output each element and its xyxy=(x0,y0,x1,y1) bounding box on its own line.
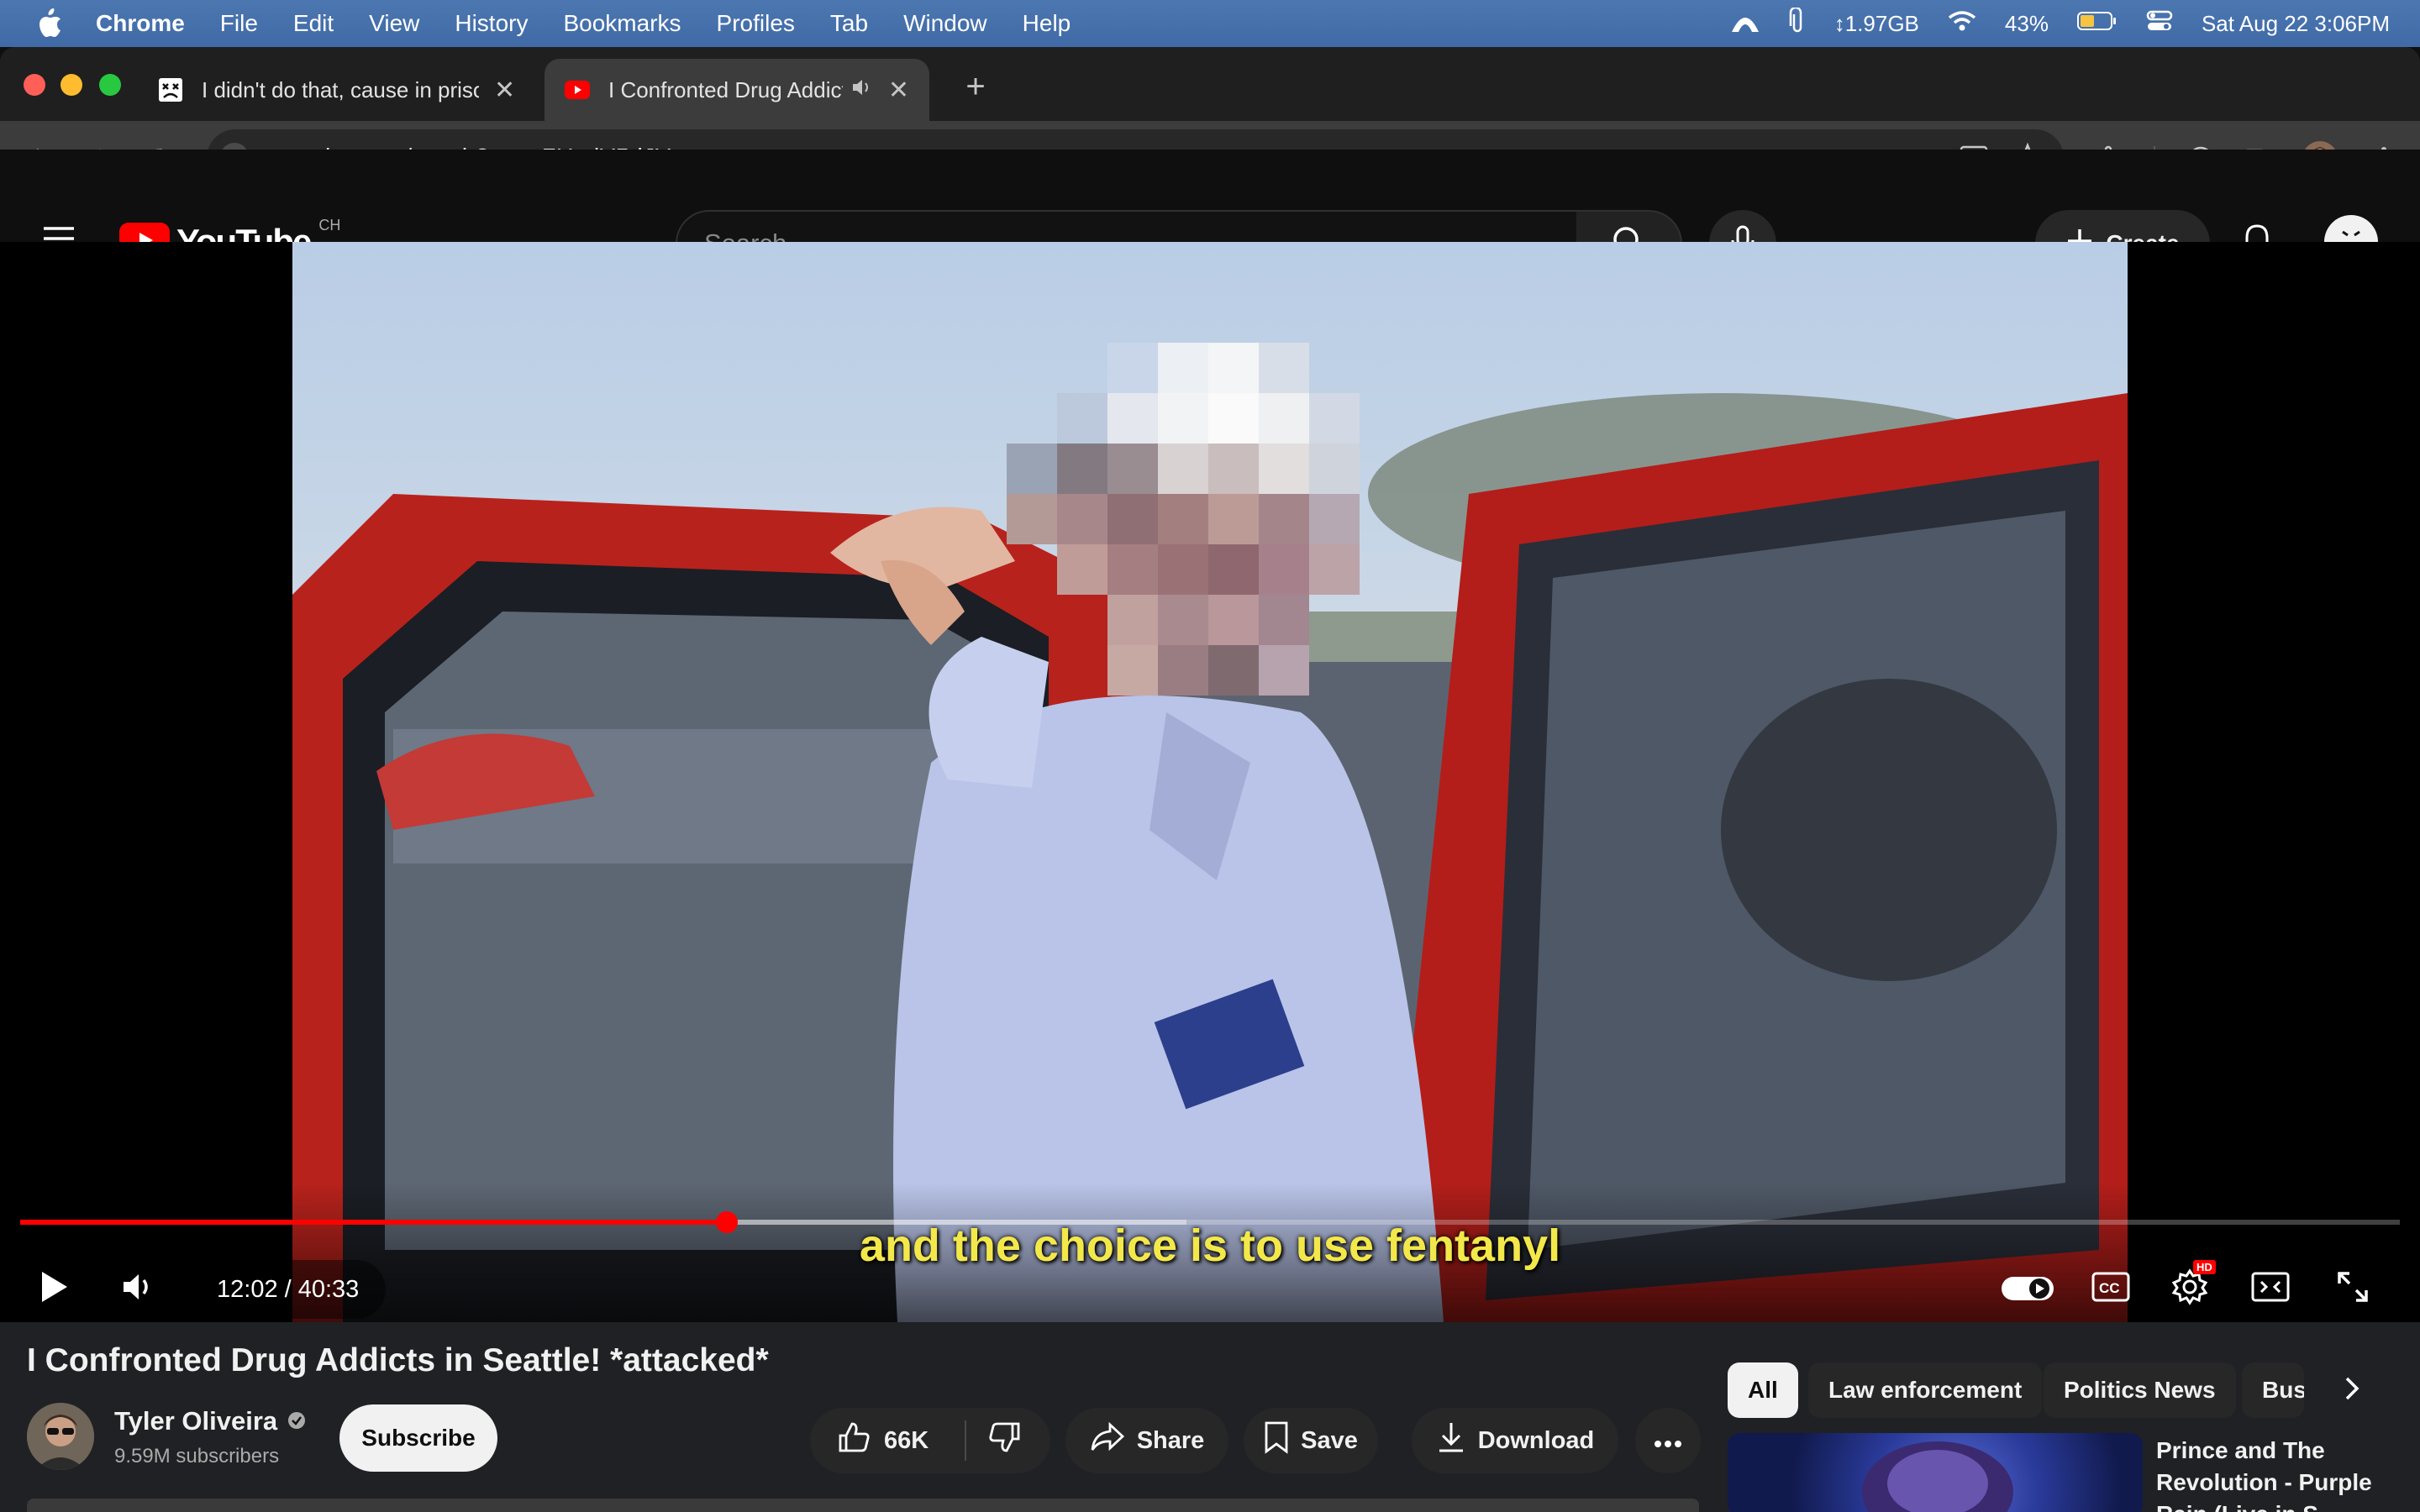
play-button[interactable] xyxy=(22,1257,86,1320)
channel-name-row[interactable]: Tyler Oliveira xyxy=(114,1406,306,1436)
menu-app-name[interactable]: Chrome xyxy=(96,10,185,37)
menu-file[interactable]: File xyxy=(220,10,258,37)
cc-icon: CC xyxy=(2091,1272,2130,1306)
save-label: Save xyxy=(1301,1426,1358,1454)
captions-button[interactable]: CC xyxy=(2079,1257,2143,1320)
video-scene-image xyxy=(292,343,2128,1322)
video-title: I Confronted Drug Addicts in Seattle! *a… xyxy=(27,1342,769,1378)
time-display: 12:02 / 40:33 xyxy=(190,1260,387,1319)
channel-name[interactable]: Tyler Oliveira xyxy=(114,1406,277,1436)
like-count: 66K xyxy=(884,1426,929,1454)
more-horizontal-icon xyxy=(1654,1427,1682,1455)
battery-icon[interactable] xyxy=(2076,11,2118,37)
verified-icon xyxy=(287,1406,306,1436)
download-icon xyxy=(1436,1420,1466,1461)
memory-status[interactable]: ↕1.97GB xyxy=(1834,11,1919,37)
tab-favicon-icon xyxy=(158,77,183,102)
expand-icon xyxy=(2336,1270,2370,1308)
subscribe-button[interactable]: Subscribe xyxy=(339,1404,497,1472)
share-button[interactable]: Share xyxy=(1065,1408,1228,1473)
dislike-button[interactable] xyxy=(988,1420,1022,1461)
like-divider xyxy=(965,1420,966,1461)
status-app-icon[interactable] xyxy=(1730,8,1760,39)
apple-icon[interactable] xyxy=(32,7,66,40)
recommended-video-thumbnail[interactable] xyxy=(1728,1433,2143,1512)
control-center-icon[interactable] xyxy=(2146,9,2173,39)
settings-button[interactable]: HD xyxy=(2158,1257,2222,1320)
autoplay-toggle[interactable] xyxy=(1998,1257,2057,1320)
played-bar xyxy=(20,1220,727,1225)
hd-badge: HD xyxy=(2193,1259,2216,1274)
chip-all[interactable]: All xyxy=(1728,1362,1798,1418)
share-label: Share xyxy=(1136,1426,1205,1454)
share-icon xyxy=(1090,1421,1125,1459)
macos-menu-bar: Chrome File Edit View History Bookmarks … xyxy=(0,0,2420,47)
theater-mode-button[interactable] xyxy=(2238,1257,2302,1320)
channel-avatar[interactable] xyxy=(27,1403,94,1470)
menu-edit[interactable]: Edit xyxy=(293,10,334,37)
like-dislike-group: 66K xyxy=(810,1408,1050,1473)
youtube-favicon-icon xyxy=(565,77,590,102)
tab-title: I Confronted Drug Addicts xyxy=(608,76,843,102)
bookmark-icon xyxy=(1264,1420,1289,1461)
tab-title: I didn't do that, cause in priso xyxy=(202,76,479,102)
scrubber-handle[interactable] xyxy=(715,1211,738,1233)
zoom-window-button[interactable] xyxy=(99,74,121,96)
play-icon xyxy=(39,1269,69,1309)
progress-bar[interactable] xyxy=(20,1211,2400,1233)
tab-close-icon[interactable]: ✕ xyxy=(494,76,515,105)
country-code: CH xyxy=(318,216,341,234)
wifi-icon[interactable] xyxy=(1948,10,1976,38)
svg-text:CC: CC xyxy=(2099,1280,2120,1296)
menu-tab[interactable]: Tab xyxy=(830,10,868,37)
menu-view[interactable]: View xyxy=(369,10,419,37)
download-button[interactable]: Download xyxy=(1412,1408,1618,1473)
tab-inactive[interactable]: I didn't do that, cause in priso ✕ xyxy=(138,59,543,121)
chevron-right-icon xyxy=(2343,1375,2361,1406)
page-bottom-edge xyxy=(27,1499,1699,1512)
menu-history[interactable]: History xyxy=(455,10,528,37)
chip-law-enforcement[interactable]: Law enforcement xyxy=(1808,1362,2043,1418)
paperclip-icon[interactable] xyxy=(1789,6,1806,40)
menu-help[interactable]: Help xyxy=(1023,10,1071,37)
thumbs-up-icon xyxy=(837,1420,871,1461)
more-actions-button[interactable] xyxy=(1635,1408,1701,1473)
fullscreen-button[interactable] xyxy=(2321,1257,2385,1320)
video-frame[interactable] xyxy=(292,242,2128,1322)
save-button[interactable]: Save xyxy=(1244,1408,1378,1473)
mute-button[interactable] xyxy=(106,1257,170,1320)
new-tab-button[interactable]: + xyxy=(955,66,997,108)
gear-icon: HD xyxy=(2171,1259,2216,1310)
tab-strip: I didn't do that, cause in priso ✕ I Con… xyxy=(0,47,2420,121)
volume-icon xyxy=(120,1270,155,1308)
chips-next-button[interactable] xyxy=(2328,1366,2376,1415)
menubar-clock[interactable]: Sat Aug 22 3:06PM xyxy=(2202,11,2390,37)
menu-window[interactable]: Window xyxy=(903,10,987,37)
chip-business[interactable]: Bus xyxy=(2242,1362,2304,1418)
battery-percent: 43% xyxy=(2004,10,2049,36)
theater-icon xyxy=(2251,1272,2290,1306)
menu-bookmarks[interactable]: Bookmarks xyxy=(563,10,681,37)
video-player[interactable]: and the choice is to use fentanyl 12:02 … xyxy=(0,242,2420,1322)
like-button[interactable]: 66K xyxy=(810,1420,956,1461)
chip-politics-news[interactable]: Politics News xyxy=(2044,1362,2236,1418)
download-label: Download xyxy=(1477,1426,1595,1454)
tab-close-icon[interactable]: ✕ xyxy=(888,76,909,105)
tab-audio-icon[interactable] xyxy=(851,77,873,103)
subscriber-count: 9.59M subscribers xyxy=(114,1445,280,1467)
minimize-window-button[interactable] xyxy=(60,74,82,96)
close-window-button[interactable] xyxy=(24,74,45,96)
menu-profiles[interactable]: Profiles xyxy=(717,10,795,37)
tab-active[interactable]: I Confronted Drug Addicts ✕ xyxy=(544,59,929,121)
recommended-video-title[interactable]: Prince and The Revolution - Purple Rain … xyxy=(2156,1435,2400,1512)
